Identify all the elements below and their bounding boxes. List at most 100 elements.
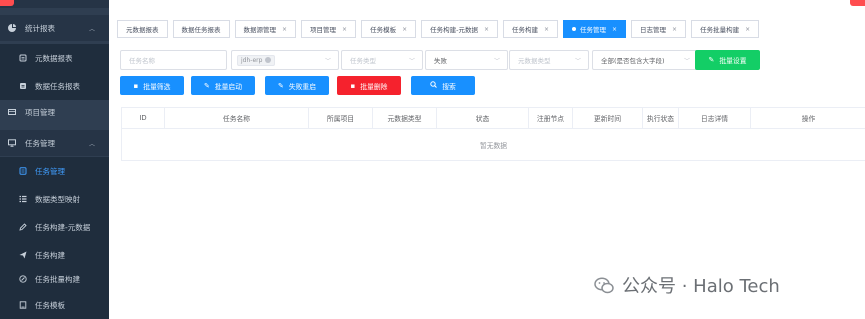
column-header[interactable]: 执行状态 bbox=[643, 108, 679, 128]
search-button[interactable]: 搜索 bbox=[411, 76, 475, 95]
tab-log[interactable]: 日志管理 × bbox=[631, 20, 687, 38]
project-tag[interactable]: jdh-erp bbox=[237, 54, 276, 66]
watermark-text: 公众号 · Halo Tech bbox=[622, 276, 780, 297]
column-header[interactable]: 操作 bbox=[751, 108, 865, 128]
tab-label: 任务构建-元数据 bbox=[430, 26, 478, 34]
sidebar-group-project[interactable]: 项目管理 bbox=[0, 99, 109, 125]
sidebar-group-label: 统计报表 bbox=[25, 23, 55, 33]
column-header[interactable]: 日志详情 bbox=[679, 108, 751, 128]
tab-batch-build[interactable]: 任务批量构建 × bbox=[691, 20, 760, 38]
task-type-placeholder: 任务类型 bbox=[350, 57, 376, 65]
sidebar-item-label: 任务批量构建 bbox=[35, 274, 80, 284]
report-icon bbox=[17, 81, 29, 91]
sidebar-item-label: 任务构建-元数据 bbox=[35, 222, 91, 232]
table-header: ID 任务名称 所属项目 元数据类型 状态 注册节点 更新时间 执行状态 日志详… bbox=[121, 107, 865, 129]
column-header[interactable]: 状态 bbox=[437, 108, 529, 128]
status-value: 失败 bbox=[434, 57, 447, 65]
close-icon[interactable]: × bbox=[612, 26, 617, 33]
tab-label: 任务模板 bbox=[370, 26, 397, 34]
fail-restart-button[interactable]: ✎ 失败重启 bbox=[265, 76, 329, 95]
batch-delete-button[interactable]: ▪ 批量删除 bbox=[337, 76, 401, 95]
edit-icon: ✎ bbox=[708, 56, 715, 64]
tab-project[interactable]: 项目管理 × bbox=[301, 20, 357, 38]
sidebar-item-label: 数据任务报表 bbox=[35, 81, 80, 91]
column-header[interactable]: 更新时间 bbox=[573, 108, 643, 128]
batch-filter-button[interactable]: ▪ 批量筛选 bbox=[120, 76, 184, 95]
topbar-avatar[interactable] bbox=[850, 0, 865, 6]
column-header[interactable]: 注册节点 bbox=[529, 108, 573, 128]
button-label: 批量启动 bbox=[214, 82, 243, 91]
scope-select[interactable]: 全部(是否包含大字段) ﹀ bbox=[592, 50, 698, 70]
button-label: 批量删除 bbox=[360, 82, 388, 91]
close-icon[interactable]: × bbox=[672, 26, 677, 33]
close-icon[interactable]: × bbox=[282, 26, 287, 33]
close-icon[interactable]: × bbox=[342, 26, 347, 33]
close-icon[interactable]: × bbox=[484, 26, 489, 33]
sidebar-group-statistics[interactable]: 统计报表 ︿ bbox=[0, 15, 109, 41]
tab-task-management[interactable]: 任务管理 × bbox=[563, 20, 627, 38]
sidebar-item-metadata-report[interactable]: 元数据报表 bbox=[0, 44, 109, 72]
close-icon[interactable]: × bbox=[745, 26, 750, 33]
tab-build-metadata[interactable]: 任务构建-元数据 × bbox=[421, 20, 498, 38]
close-icon[interactable]: × bbox=[544, 26, 549, 33]
sidebar-item-task-batch-build[interactable]: 任务批量构建 bbox=[0, 265, 109, 293]
monitor-icon bbox=[6, 138, 18, 148]
tab-label: 元数据报表 bbox=[126, 26, 159, 34]
chevron-up-icon: ︿ bbox=[88, 140, 95, 148]
send-icon bbox=[17, 250, 29, 260]
list-icon bbox=[17, 194, 29, 204]
project-select[interactable]: jdh-erp ﹀ bbox=[231, 50, 339, 70]
template-icon bbox=[17, 300, 29, 310]
sidebar-item-label: 任务模板 bbox=[35, 300, 65, 310]
logo bbox=[0, 0, 14, 6]
column-header[interactable]: 任务名称 bbox=[165, 108, 309, 128]
batch-start-button[interactable]: ✎ 批量启动 bbox=[191, 76, 255, 95]
tab-label: 项目管理 bbox=[310, 26, 337, 34]
button-label: 批量筛选 bbox=[143, 82, 171, 91]
sidebar-group-label: 任务管理 bbox=[25, 138, 55, 148]
metadata-type-select[interactable]: 元数据类型 ﹀ bbox=[509, 50, 589, 70]
edit-icon: ✎ bbox=[277, 81, 284, 90]
sidebar-group-label: 项目管理 bbox=[25, 107, 55, 117]
column-header[interactable]: 所属项目 bbox=[309, 108, 373, 128]
sidebar: 统计报表 ︿ 元数据报表 数据任务报表 项目管理 任务管理 ︿ 任务管理 数据类… bbox=[0, 0, 109, 319]
column-header[interactable]: 元数据类型 bbox=[373, 108, 437, 128]
tab-build[interactable]: 任务构建 × bbox=[502, 20, 559, 38]
chevron-down-icon: ﹀ bbox=[574, 57, 581, 65]
sidebar-item-task-template[interactable]: 任务模板 bbox=[0, 291, 109, 319]
status-select[interactable]: 失败 ﹀ bbox=[425, 50, 508, 70]
chevron-up-icon: ︿ bbox=[88, 25, 95, 33]
sidebar-item-task-report[interactable]: 数据任务报表 bbox=[0, 72, 109, 100]
project-tag-label: jdh-erp bbox=[241, 56, 263, 64]
button-label: 失败重启 bbox=[288, 82, 317, 91]
batch-icon bbox=[17, 274, 29, 284]
task-name-input[interactable]: 任务名称 bbox=[120, 50, 227, 70]
sidebar-item-label: 任务管理 bbox=[35, 166, 65, 176]
tag-close-icon[interactable] bbox=[265, 57, 272, 63]
sidebar-item-label: 元数据报表 bbox=[35, 53, 73, 63]
tab-template[interactable]: 任务模板 × bbox=[361, 20, 417, 38]
sidebar-item-task-build-metadata[interactable]: 任务构建-元数据 bbox=[0, 213, 109, 241]
column-header[interactable]: ID bbox=[122, 108, 165, 128]
sidebar-item-type-mapping[interactable]: 数据类型映射 bbox=[0, 185, 109, 213]
tags-view: 元数据报表 数据任务报表 数据源管理 × 项目管理 × 任务模板 × 任务构建-元数据… bbox=[117, 20, 760, 38]
batch-config-button[interactable]: ✎ 批量设置 bbox=[695, 50, 760, 70]
close-icon[interactable]: × bbox=[402, 26, 407, 33]
button-label: 批量设置 bbox=[719, 57, 747, 65]
tab-datasource[interactable]: 数据源管理 × bbox=[234, 20, 297, 38]
sidebar-group-task[interactable]: 任务管理 ︿ bbox=[0, 130, 109, 156]
edit-icon: ✎ bbox=[203, 81, 210, 90]
delete-icon: ▪ bbox=[350, 81, 356, 90]
chart-pie-icon bbox=[6, 23, 18, 33]
filter-icon: ▪ bbox=[133, 81, 139, 90]
tab-metadata-report[interactable]: 元数据报表 bbox=[117, 20, 168, 38]
tab-label: 任务管理 bbox=[580, 26, 607, 34]
edit-icon bbox=[17, 222, 29, 232]
task-type-select[interactable]: 任务类型 ﹀ bbox=[341, 50, 423, 70]
task-icon bbox=[17, 166, 29, 176]
metadata-type-placeholder: 元数据类型 bbox=[518, 57, 551, 65]
tab-task-report[interactable]: 数据任务报表 bbox=[172, 20, 230, 38]
sidebar-item-label: 数据类型映射 bbox=[35, 194, 80, 204]
sidebar-item-task-management[interactable]: 任务管理 bbox=[0, 157, 109, 185]
tab-label: 任务批量构建 bbox=[700, 26, 740, 34]
